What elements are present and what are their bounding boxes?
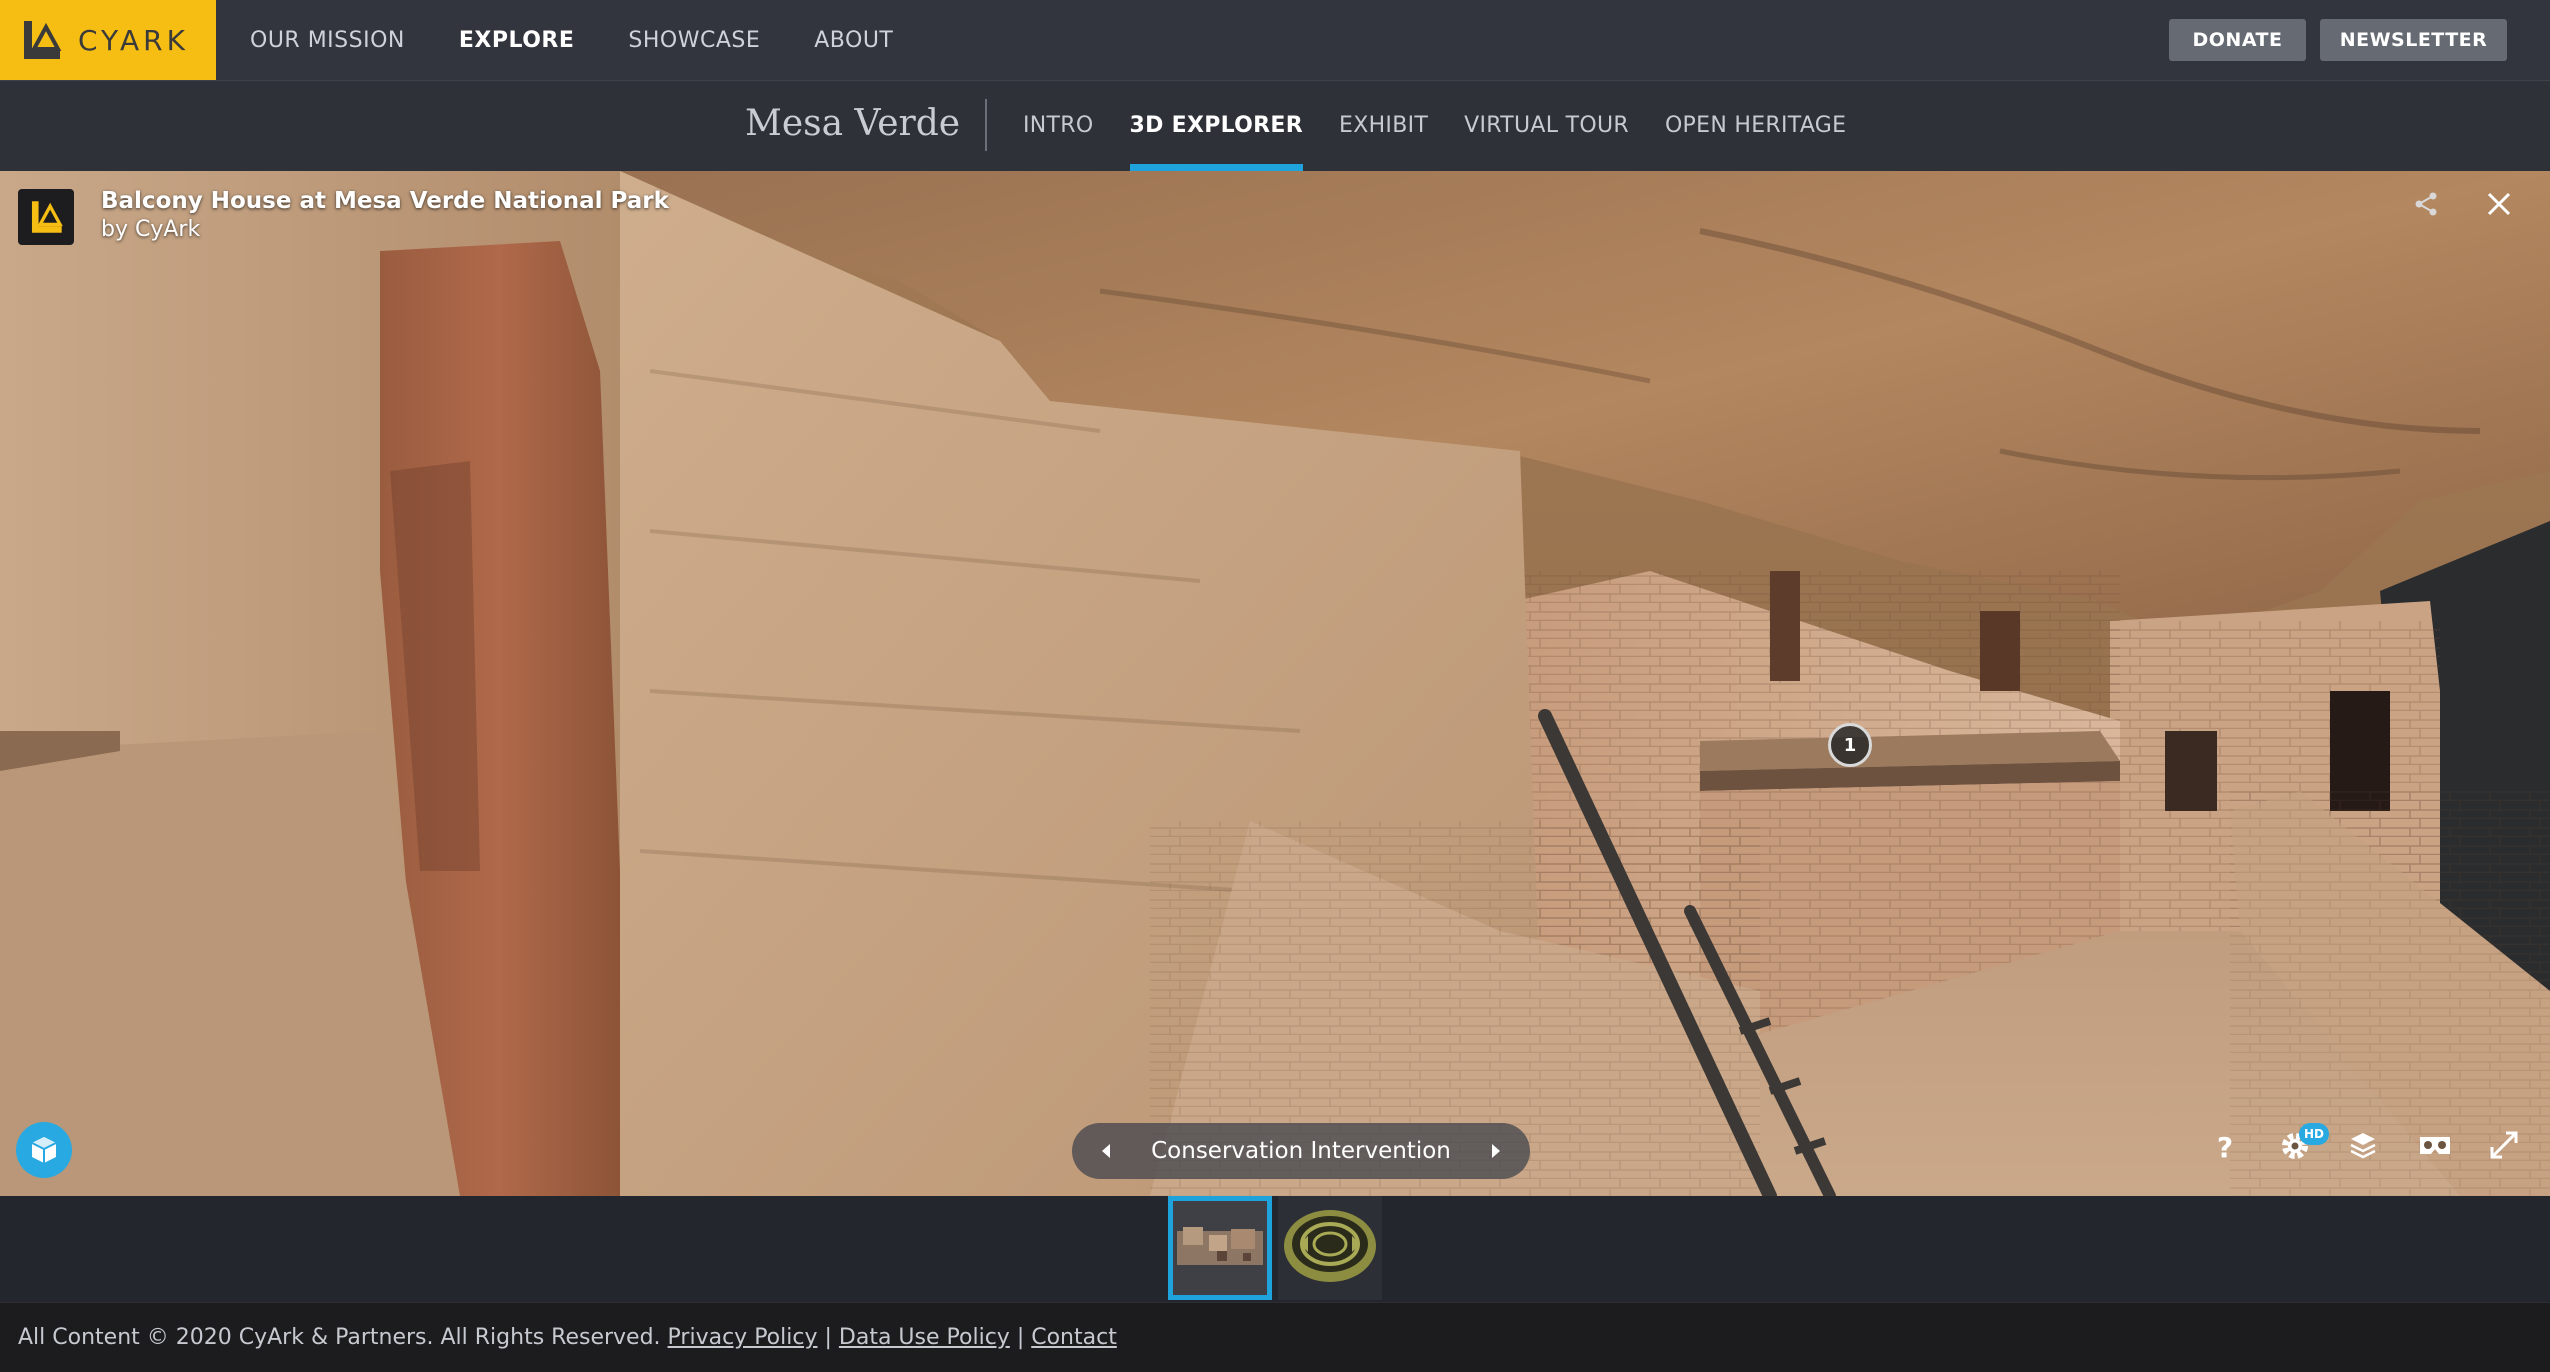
help-icon[interactable]: ? — [2210, 1129, 2240, 1165]
model-author[interactable]: by CyArk — [101, 217, 200, 242]
nav-our-mission[interactable]: OUR MISSION — [250, 28, 405, 53]
data-use-policy-link[interactable]: Data Use Policy — [839, 1325, 1010, 1350]
balcony-house-thumbnail-image — [1173, 1201, 1267, 1295]
site-sub-navigation: Mesa Verde INTRO 3D EXPLORER EXHIBIT VIR… — [0, 81, 2550, 171]
cyark-mark-icon — [24, 21, 62, 59]
model-view-button[interactable] — [16, 1122, 72, 1178]
pottery-bowl-thumbnail[interactable] — [1278, 1196, 1382, 1300]
tab-exhibit[interactable]: EXHIBIT — [1339, 81, 1428, 171]
layers-icon[interactable] — [2348, 1129, 2378, 1161]
newsletter-button[interactable]: NEWSLETTER — [2320, 19, 2507, 61]
svg-text:?: ? — [2217, 1131, 2233, 1164]
brand-name: CYARK — [78, 23, 189, 57]
balcony-house-thumbnail[interactable] — [1168, 1196, 1272, 1300]
model-title[interactable]: Balcony House at Mesa Verde National Par… — [101, 188, 669, 214]
cyark-logo[interactable]: CYARK — [0, 0, 216, 80]
sub-nav-tabs: INTRO 3D EXPLORER EXHIBIT VIRTUAL TOUR O… — [1005, 81, 1864, 171]
tab-3d-explorer[interactable]: 3D EXPLORER — [1129, 81, 1304, 171]
tab-intro[interactable]: INTRO — [1023, 81, 1094, 171]
hd-badge: HD — [2299, 1123, 2329, 1145]
3d-model-viewer[interactable]: Balcony House at Mesa Verde National Par… — [0, 171, 2550, 1196]
contact-link[interactable]: Contact — [1031, 1325, 1117, 1350]
cube-icon — [31, 1137, 57, 1163]
donate-button[interactable]: DONATE — [2169, 19, 2306, 61]
tour-navigator: Conservation Intervention — [1072, 1123, 1530, 1179]
tab-virtual-tour[interactable]: VIRTUAL TOUR — [1464, 81, 1629, 171]
main-nav: OUR MISSION EXPLORE SHOWCASE ABOUT — [223, 0, 920, 80]
site-title[interactable]: Mesa Verde — [745, 103, 960, 144]
nav-showcase[interactable]: SHOWCASE — [628, 28, 760, 53]
close-icon[interactable] — [2484, 189, 2514, 219]
previous-arrow-icon[interactable] — [1096, 1140, 1118, 1162]
footer-separator: | — [824, 1325, 832, 1350]
privacy-policy-link[interactable]: Privacy Policy — [668, 1325, 818, 1350]
model-thumbnail-strip — [0, 1196, 2550, 1302]
nav-explore[interactable]: EXPLORE — [459, 28, 575, 53]
share-icon[interactable] — [2411, 189, 2441, 219]
title-divider — [985, 99, 987, 151]
footer-separator: | — [1016, 1325, 1025, 1350]
copyright-notice: All Content © 2020 CyArk & Partners. All… — [18, 1325, 661, 1350]
top-navigation-bar: CYARK OUR MISSION EXPLORE SHOWCASE ABOUT… — [0, 0, 2550, 81]
cyark-mark-icon — [31, 201, 63, 233]
next-arrow-icon[interactable] — [1484, 1140, 1506, 1162]
tab-open-heritage[interactable]: OPEN HERITAGE — [1665, 81, 1846, 171]
vr-headset-icon[interactable] — [2417, 1129, 2453, 1161]
tour-stop-label[interactable]: Conservation Intervention — [1151, 1138, 1451, 1164]
model-author-logo[interactable] — [18, 189, 74, 245]
pottery-bowl-thumbnail-image — [1278, 1196, 1382, 1300]
footer-text: All Content © 2020 CyArk & Partners. All… — [18, 1325, 1117, 1350]
fullscreen-icon[interactable] — [2488, 1129, 2520, 1161]
cliff-dwelling-scene — [0, 171, 2550, 1196]
nav-about[interactable]: ABOUT — [814, 28, 893, 53]
annotation-hotspot[interactable]: 1 — [1828, 723, 1872, 767]
page-footer: All Content © 2020 CyArk & Partners. All… — [0, 1302, 2550, 1372]
